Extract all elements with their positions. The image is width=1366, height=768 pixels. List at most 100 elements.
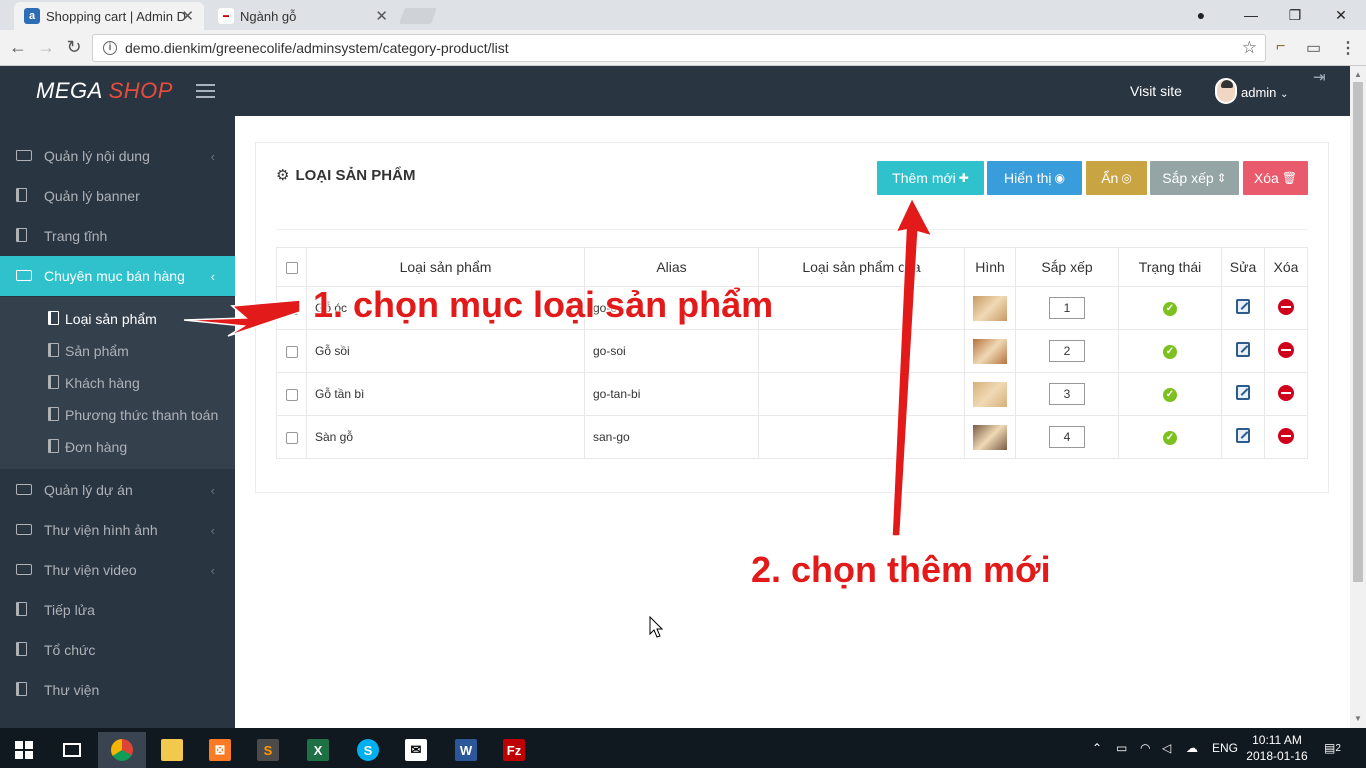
toolbar-button[interactable]: Thêm mới ✚ [877,161,984,195]
back-icon[interactable]: ← [8,38,28,56]
toolbar-button[interactable]: Sắp xếp ⇕ [1150,161,1239,195]
column-header[interactable]: Trạng thái [1118,247,1222,287]
sort-order-input[interactable]: 3 [1049,383,1085,405]
delete-icon[interactable] [1278,384,1294,401]
sidebar-item[interactable]: Chuyên mục bán hàng ‹ [0,256,235,296]
delete-icon[interactable] [1278,427,1294,444]
address-bar[interactable]: i demo.dienkim/greenecolife/adminsystem/… [92,34,1266,62]
row-checkbox[interactable] [285,388,298,401]
edit-icon[interactable] [1236,385,1250,400]
sublime-icon[interactable]: S [244,732,292,768]
start-icon[interactable] [0,732,48,768]
submenu-item[interactable]: Đơn hàng [0,431,235,463]
mail-icon[interactable]: ✉ [392,732,440,768]
sidebar-item[interactable]: Tổ chức [0,630,235,670]
bookmark-star-icon[interactable]: ☆ [1242,38,1257,58]
sidebar-item[interactable]: Quản lý nội dung ‹ [0,136,235,176]
filezilla-icon[interactable]: Fz [490,732,538,768]
browser-tab-active[interactable]: a Shopping cart | Admin D ✕ [14,2,204,30]
column-header[interactable]: Loại sản phẩm [306,247,585,287]
sort-order-input[interactable]: 2 [1049,340,1085,362]
column-header[interactable]: Alias [584,247,759,287]
sidebar-item[interactable]: Thư viện hình ảnh ‹ [0,510,235,550]
user-menu[interactable]: admin ⌄ [1241,85,1288,100]
extension-icon[interactable]: ⌐ [1276,38,1285,56]
volume-icon[interactable]: ◁ [1162,728,1171,768]
hamburger-menu-icon[interactable] [196,84,215,102]
avatar[interactable] [1215,78,1237,104]
sidebar-item[interactable]: Trang tĩnh [0,216,235,256]
column-header[interactable]: Sắp xếp [1015,247,1119,287]
reload-icon[interactable]: ↻ [64,38,84,56]
chrome-icon[interactable] [98,732,146,768]
annotation-step1: 1. chọn mục loại sản phẩm [313,284,774,325]
status-active-icon[interactable]: ✓ [1163,431,1177,445]
scroll-down-icon[interactable]: ▼ [1354,714,1362,723]
parent-cell [758,372,965,416]
tray-chevron-icon[interactable]: ⌃ [1092,728,1102,768]
logo[interactable]: MEGA SHOP [36,78,173,104]
close-tab-icon[interactable]: ✕ [181,7,194,25]
profile-icon[interactable]: ● [1178,0,1224,30]
status-active-icon[interactable]: ✓ [1163,302,1177,316]
cast-icon[interactable]: ▭ [1306,38,1321,58]
sidebar-item[interactable]: Thư viện [0,670,235,710]
task-view-icon[interactable] [48,732,96,768]
column-header[interactable]: Loại sản phẩm cha [758,247,965,287]
submenu-item[interactable]: Loại sản phẩm [0,303,235,335]
language-indicator[interactable]: ENG [1212,728,1238,768]
select-all-checkbox[interactable] [285,262,298,275]
sort-order-input[interactable]: 1 [1049,297,1085,319]
book-icon [16,227,27,245]
scroll-up-icon[interactable]: ▲ [1354,70,1362,79]
toolbar-button[interactable]: Hiển thị ◉ [987,161,1082,195]
info-icon[interactable]: i [103,41,117,55]
restore-button[interactable]: ❐ [1272,0,1318,30]
menu-icon[interactable]: ⋮ [1340,38,1356,58]
sidebar-item[interactable]: Quản lý banner [0,176,235,216]
vertical-scrollbar[interactable]: ▲ ▼ [1350,66,1366,728]
delete-icon[interactable] [1278,341,1294,358]
submenu-item[interactable]: Sản phẩm [0,335,235,367]
close-window-button[interactable]: ✕ [1318,0,1364,30]
toolbar-button[interactable]: Xóa 🗑 [1243,161,1308,195]
word-icon[interactable]: W [442,732,490,768]
sidebar-item-label: Chuyên mục bán hàng [44,268,185,284]
submenu-item[interactable]: Khách hàng [0,367,235,399]
edit-icon[interactable] [1236,342,1250,357]
sidebar-item[interactable]: Tiếp lửa [0,590,235,630]
scroll-thumb[interactable] [1353,82,1363,582]
browser-tab[interactable]: ▬ Ngành gỗ ✕ [208,2,398,30]
close-tab-icon[interactable]: ✕ [375,7,388,25]
toolbar-button[interactable]: Ẩn ◎ [1086,161,1147,195]
status-active-icon[interactable]: ✓ [1163,388,1177,402]
new-tab-button[interactable] [399,8,437,24]
minimize-button[interactable]: — [1228,0,1274,30]
skype-icon[interactable]: S [344,732,392,768]
battery-icon[interactable]: ▭ [1116,728,1127,768]
visit-site-link[interactable]: Visit site [1130,83,1182,99]
file-explorer-icon[interactable] [148,732,196,768]
divider [276,229,1308,230]
submenu-item[interactable]: Phương thức thanh toán [0,399,235,431]
excel-icon[interactable]: X [294,732,342,768]
sidebar-item[interactable]: Thư viện video ‹ [0,550,235,590]
row-checkbox[interactable] [285,302,298,315]
row-checkbox[interactable] [285,345,298,358]
row-checkbox[interactable] [285,431,298,444]
delete-icon[interactable] [1278,298,1294,315]
onedrive-icon[interactable]: ☁ [1186,728,1198,768]
logout-icon[interactable]: ⇥ [1313,68,1326,86]
notifications-icon[interactable]: ▤ 2 [1324,728,1341,768]
sort-order-input[interactable]: 4 [1049,426,1085,448]
logo-mega: MEGA [36,78,102,103]
edit-icon[interactable] [1236,299,1250,314]
sidebar-item[interactable]: Quản lý dự án ‹ [0,470,235,510]
xampp-icon[interactable]: ⊠ [196,732,244,768]
chevron-down-icon: ⌄ [1280,89,1289,100]
wifi-icon[interactable]: ◠ [1140,728,1150,768]
edit-icon[interactable] [1236,428,1250,443]
status-active-icon[interactable]: ✓ [1163,345,1177,359]
clock[interactable]: 10:11 AM 2018-01-16 [1244,732,1310,764]
forward-icon[interactable]: → [36,38,56,56]
